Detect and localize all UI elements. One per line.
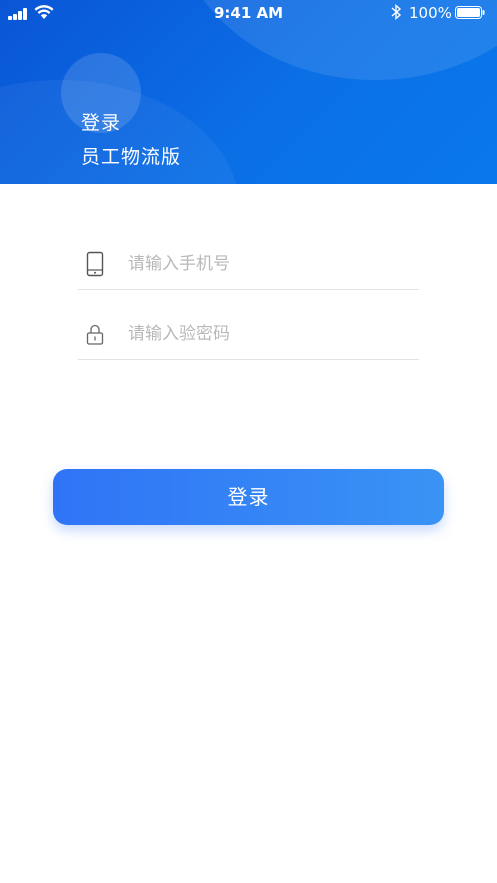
phone-icon [86,251,104,277]
verification-code-field [78,313,419,360]
battery-icon [455,6,485,19]
page-title: 登录 [81,112,122,134]
login-button[interactable]: 登录 [53,469,444,525]
status-bar: 9:41 AM 100% [0,0,497,26]
bluetooth-icon [391,4,402,20]
lock-icon [86,324,104,345]
battery-percentage: 100% [409,4,452,22]
phone-field [78,243,419,290]
verification-code-input[interactable] [128,319,408,349]
page-subtitle: 员工物流版 [81,146,182,168]
phone-input[interactable] [128,249,408,279]
header-banner: 9:41 AM 100% 登录 员工物流版 [0,0,497,184]
